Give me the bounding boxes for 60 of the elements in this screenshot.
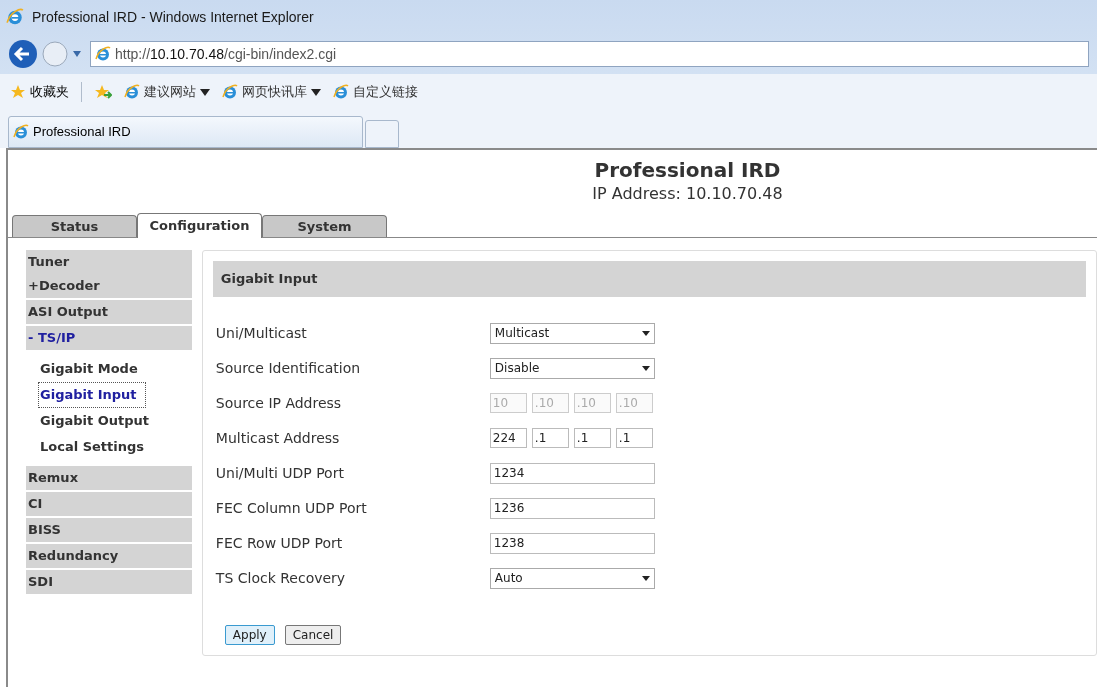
add-favorite-icon[interactable] — [94, 84, 112, 100]
ip-octet-field[interactable]: .1 — [615, 428, 653, 448]
field-label: Multicast Address — [215, 428, 341, 448]
favorite-link[interactable]: 建议网站 — [124, 82, 210, 102]
dropdown[interactable]: Multicast — [489, 322, 655, 344]
action-button[interactable]: Cancel — [284, 625, 342, 645]
sidebar-item[interactable]: Remux — [26, 466, 192, 490]
dropdown[interactable]: Auto — [489, 567, 655, 589]
field-label: TS Clock Recovery — [215, 568, 347, 588]
favorite-link[interactable]: 网页快讯库 — [222, 82, 321, 102]
action-button[interactable]: Apply — [224, 625, 275, 645]
sidebar-item[interactable]: Redundancy — [26, 544, 192, 568]
input-field[interactable]: 1234 — [489, 462, 655, 484]
back-icon[interactable] — [8, 39, 38, 69]
browser-tab[interactable]: Professional IRD — [8, 116, 363, 148]
window-title: Professional IRD - Windows Internet Explorer — [32, 7, 314, 27]
sidebar-subitem[interactable]: Gigabit Mode — [38, 356, 147, 382]
field-label: FEC Row UDP Port — [215, 533, 344, 553]
sidebar-subitem[interactable]: Gigabit Output — [38, 408, 158, 434]
ie-logo-icon — [95, 46, 111, 62]
dropdown[interactable]: Disable — [489, 357, 655, 379]
ie-logo-icon — [222, 84, 238, 100]
nav-tab[interactable]: Configuration — [137, 213, 262, 238]
ie-logo-icon — [13, 124, 29, 140]
field-label: Source Identification — [215, 358, 362, 378]
caret-icon — [641, 330, 650, 336]
ie-logo-icon — [333, 84, 349, 100]
sidebar-subitem[interactable]: Local Settings — [38, 434, 154, 460]
caret-icon — [641, 575, 650, 581]
caret-icon — [641, 365, 650, 371]
url-text: http://10.10.70.48/cgi-bin/index2.cgi — [115, 44, 337, 64]
sidebar-item[interactable]: BISS — [26, 518, 192, 542]
page-title: Professional IRD — [594, 158, 781, 182]
field-label: Uni/Multi UDP Port — [215, 463, 345, 483]
sidebar-item[interactable]: - TS/IP — [26, 326, 192, 350]
input-field[interactable]: 1238 — [489, 532, 655, 554]
caret-icon[interactable] — [311, 88, 321, 96]
field-label: FEC Column UDP Port — [215, 498, 368, 518]
field-label: Source IP Address — [215, 393, 343, 413]
star-icon — [10, 84, 26, 100]
sidebar-item[interactable]: ASI Output — [26, 300, 192, 324]
panel-header: Gigabit Input — [212, 261, 1086, 297]
sidebar-item[interactable]: SDI — [26, 570, 192, 594]
ie-logo-icon — [6, 8, 24, 26]
address-bar[interactable]: http://10.10.70.48/cgi-bin/index2.cgi — [90, 41, 1089, 67]
ip-octet-field[interactable]: .1 — [573, 428, 611, 448]
ip-address-text: IP Address: 10.10.70.48 — [592, 183, 783, 205]
sidebar-item[interactable]: Tuner +Decoder — [26, 250, 192, 298]
sidebar-item[interactable]: CI — [26, 492, 192, 516]
ie-logo-icon — [124, 84, 140, 100]
field-label: Uni/Multicast — [215, 323, 308, 343]
nav-tab[interactable]: Status — [12, 215, 137, 237]
favorites-button[interactable]: 收藏夹 — [10, 82, 82, 102]
ip-octet-field[interactable]: .1 — [531, 428, 569, 448]
nav-tab[interactable]: System — [262, 215, 387, 237]
ip-octet-field[interactable]: 224 — [489, 428, 527, 448]
input-field[interactable]: 1236 — [489, 497, 655, 519]
sidebar-subitem[interactable]: Gigabit Input — [38, 382, 146, 408]
favorite-link[interactable]: 自定义链接 — [333, 82, 418, 102]
caret-icon[interactable] — [200, 88, 210, 96]
